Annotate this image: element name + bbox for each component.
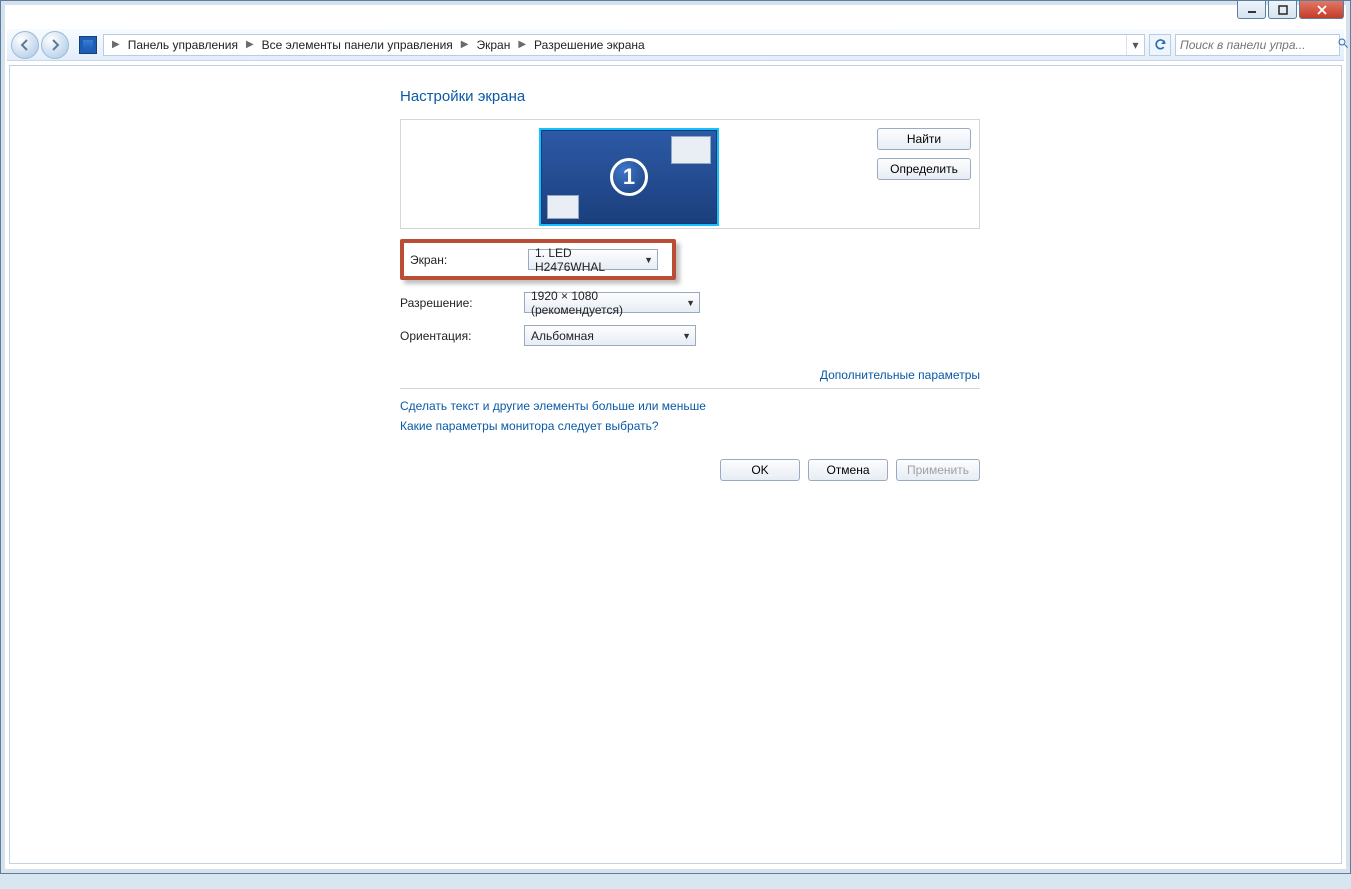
address-bar: ▶ Панель управления ▶ Все элементы панел… <box>7 29 1344 61</box>
monitor-help-link[interactable]: Какие параметры монитора следует выбрать… <box>400 419 980 433</box>
helper-links: Сделать текст и другие элементы больше и… <box>400 399 980 433</box>
close-button[interactable] <box>1299 1 1344 19</box>
monitor-thumbnail[interactable]: 1 <box>539 128 719 226</box>
orientation-value: Альбомная <box>531 329 594 343</box>
orientation-row: Ориентация: Альбомная ▼ <box>400 325 980 346</box>
window-thumb-icon <box>671 136 711 164</box>
resolution-value: 1920 × 1080 (рекомендуется) <box>531 289 680 317</box>
orientation-dropdown[interactable]: Альбомная ▼ <box>524 325 696 346</box>
control-panel-icon <box>79 36 97 54</box>
content-area: Настройки экрана 1 Найти Определить Экра… <box>9 65 1342 864</box>
nav-buttons <box>11 31 69 59</box>
settings-panel: Настройки экрана 1 Найти Определить Экра… <box>400 88 980 481</box>
screen-dropdown[interactable]: 1. LED H2476WHAL ▼ <box>528 249 658 270</box>
resolution-dropdown[interactable]: 1920 × 1080 (рекомендуется) ▼ <box>524 292 700 313</box>
window-controls <box>1237 1 1344 19</box>
breadcrumb-item[interactable]: Панель управления <box>126 38 240 52</box>
breadcrumb: ▶ Панель управления ▶ Все элементы панел… <box>103 34 1145 56</box>
forward-button[interactable] <box>41 31 69 59</box>
ok-button[interactable]: OK <box>720 459 800 481</box>
search-icon[interactable] <box>1337 37 1349 52</box>
search-input[interactable] <box>1180 38 1337 52</box>
monitor-number-badge: 1 <box>610 158 648 196</box>
breadcrumb-dropdown[interactable]: ▾ <box>1126 35 1144 55</box>
screen-value: 1. LED H2476WHAL <box>535 246 638 274</box>
chevron-down-icon: ▼ <box>638 255 653 265</box>
chevron-right-icon: ▶ <box>512 39 532 50</box>
breadcrumb-item[interactable]: Экран <box>474 38 512 52</box>
search-box[interactable] <box>1175 34 1340 56</box>
text-size-link[interactable]: Сделать текст и другие элементы больше и… <box>400 399 980 413</box>
page-title: Настройки экрана <box>400 88 980 105</box>
chevron-down-icon: ▼ <box>680 298 695 308</box>
monitor-preview-box: 1 Найти Определить <box>400 119 980 229</box>
maximize-button[interactable] <box>1268 1 1297 19</box>
window-frame: ▶ Панель управления ▶ Все элементы панел… <box>0 0 1351 874</box>
back-button[interactable] <box>11 31 39 59</box>
preview-button-group: Найти Определить <box>877 128 971 180</box>
chevron-down-icon: ▼ <box>676 331 691 341</box>
identify-button[interactable]: Определить <box>877 158 971 180</box>
window-thumb-icon <box>547 195 579 219</box>
refresh-button[interactable] <box>1149 34 1171 56</box>
apply-button[interactable]: Применить <box>896 459 980 481</box>
breadcrumb-item[interactable]: Разрешение экрана <box>532 38 647 52</box>
breadcrumb-item[interactable]: Все элементы панели управления <box>260 38 455 52</box>
resolution-label: Разрешение: <box>400 296 524 310</box>
screen-row-highlight: Экран: 1. LED H2476WHAL ▼ <box>400 239 676 280</box>
chevron-right-icon: ▶ <box>106 39 126 50</box>
minimize-button[interactable] <box>1237 1 1266 19</box>
divider <box>400 388 980 389</box>
chevron-right-icon: ▶ <box>455 39 475 50</box>
advanced-settings-link[interactable]: Дополнительные параметры <box>820 368 980 382</box>
advanced-link-row: Дополнительные параметры <box>400 368 980 382</box>
resolution-row: Разрешение: 1920 × 1080 (рекомендуется) … <box>400 292 980 313</box>
find-button[interactable]: Найти <box>877 128 971 150</box>
orientation-label: Ориентация: <box>400 329 524 343</box>
dialog-action-row: OK Отмена Применить <box>400 459 980 481</box>
chevron-right-icon: ▶ <box>240 39 260 50</box>
screen-label: Экран: <box>410 253 528 267</box>
cancel-button[interactable]: Отмена <box>808 459 888 481</box>
